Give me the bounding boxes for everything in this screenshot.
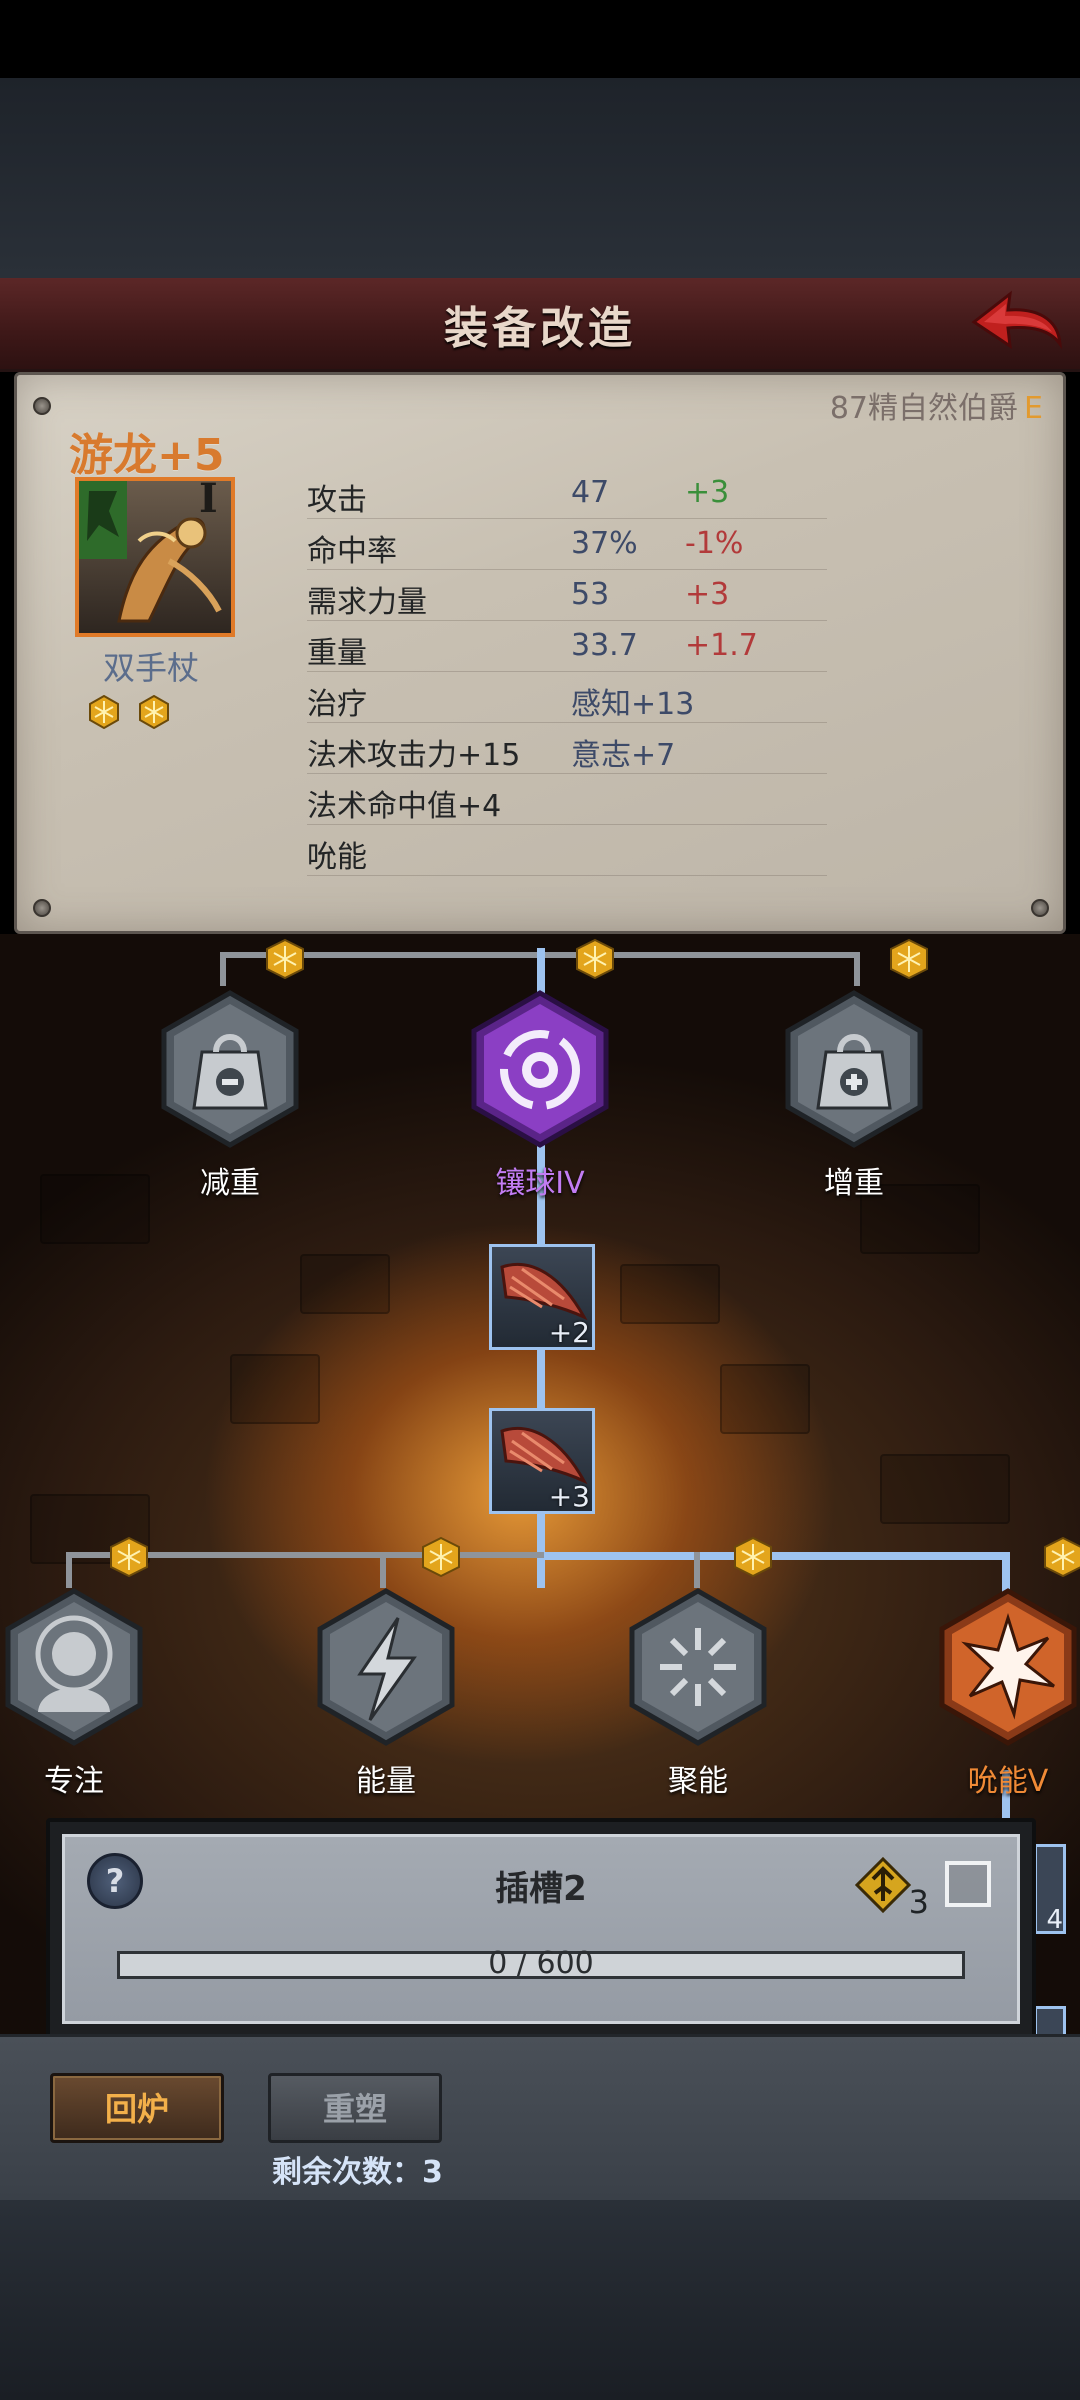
stat-value: 47 [571, 475, 610, 510]
socket-gem-icon [576, 938, 614, 980]
socket-gem-icon [734, 1536, 772, 1578]
stat-row: 法术攻击力+15 意志+7 [307, 726, 827, 774]
slot-checkbox[interactable] [945, 1861, 991, 1907]
stat-delta: +3 [685, 577, 730, 612]
material-count: +2 [548, 1316, 590, 1349]
stat-value: 53 [571, 577, 610, 612]
socket-gem-icon [266, 938, 304, 980]
slot-count: 3 [908, 1883, 929, 1921]
claw-material-icon[interactable]: +3 [489, 1408, 595, 1514]
remaining-count: 剩余次数：3 [272, 2155, 443, 2190]
tree-connector [66, 1552, 72, 1588]
item-stat-panel: 87精自然伯爵 E 游龙+5 I 双手杖 攻击 47 +3 命中率 37% -1% 需求力量 5… [14, 372, 1066, 934]
slot-progress-bar: 0 / 600 [117, 1946, 965, 1981]
drain-icon [939, 1588, 1077, 1746]
stat-row: 命中率 37% -1% [307, 522, 827, 570]
weight-plus-icon [785, 990, 923, 1148]
top-background [0, 78, 1080, 278]
recycle-button[interactable]: 回炉 [50, 2073, 224, 2143]
orb-socket-icon [471, 990, 609, 1148]
rivet [33, 397, 51, 415]
material-count: 4 [1046, 1905, 1063, 1935]
tree-connector [380, 1552, 386, 1588]
item-rank: 87精自然伯爵 E [829, 391, 1043, 426]
claw-material-icon[interactable]: +2 [489, 1244, 595, 1350]
slot-panel-inner: ? 插槽2 3 0 / 600 [62, 1834, 1020, 2024]
socket-gem-icon [110, 1536, 148, 1578]
stat-row: 治疗 感知+13 [307, 675, 827, 723]
stat-label: 命中率 [307, 534, 397, 569]
stat-row: 攻击 47 +3 [307, 471, 827, 519]
stat-row: 需求力量 53 +3 [307, 573, 827, 621]
stat-value: 意志+7 [571, 738, 676, 773]
header-bar: 装备改造 [0, 278, 1080, 372]
page-title: 装备改造 [444, 303, 636, 354]
item-name: 游龙+5 [69, 430, 225, 481]
lightning-icon [317, 1588, 455, 1746]
stat-delta: -1% [685, 526, 744, 561]
stat-label: 治疗 [307, 687, 367, 722]
rivet [1031, 899, 1049, 917]
upgrade-rune-icon [855, 1857, 911, 1913]
focus-icon [5, 1588, 143, 1746]
reforge-button[interactable]: 重塑 [268, 2073, 442, 2143]
action-bar: 回炉 重塑 剩余次数：3 [0, 2034, 1080, 2200]
weight-minus-icon [161, 990, 299, 1148]
stat-row: 吮能 [307, 828, 827, 876]
tree-connector [220, 952, 226, 986]
status-bar-area [0, 0, 1080, 78]
tree-connector-active [545, 1552, 1009, 1560]
stat-value: 33.7 [571, 628, 638, 663]
stat-value: 37% [571, 526, 638, 561]
socket-gem-icon [139, 695, 169, 729]
tree-connector [694, 1552, 700, 1588]
stat-value: 感知+13 [571, 687, 695, 722]
stat-label: 攻击 [307, 483, 367, 518]
stat-label: 重量 [307, 636, 367, 671]
socket-gem-icon [1044, 1536, 1080, 1578]
node-label: 减重 [200, 1166, 260, 1201]
item-type: 双手杖 [103, 649, 200, 687]
slot-progress-text: 0 / 600 [488, 1946, 594, 1981]
stat-delta: +3 [685, 475, 730, 510]
node-label: 吮能V [967, 1764, 1049, 1799]
tree-connector-active [1002, 1552, 1010, 1592]
stat-delta: +1.7 [685, 628, 758, 663]
stat-row: 重量 33.7 +1.7 [307, 624, 827, 672]
tree-connector [854, 952, 860, 986]
slot-panel: ? 插槽2 3 0 / 600 [46, 1818, 1036, 2040]
socket-gem-icon [422, 1536, 460, 1578]
stat-label: 需求力量 [307, 585, 427, 620]
item-tier: I [199, 475, 218, 522]
node-label: 专注 [44, 1764, 104, 1799]
rivet [33, 899, 51, 917]
claw-material-icon[interactable]: 4 [1034, 1844, 1066, 1935]
bottom-background [0, 2200, 1080, 2400]
back-arrow-icon[interactable] [966, 288, 1066, 358]
node-label: 增重 [824, 1166, 884, 1201]
node-label: 能量 [356, 1764, 416, 1799]
socket-gem-icon [890, 938, 928, 980]
stat-label: 法术命中值+4 [307, 789, 502, 824]
socket-gem-icon [89, 695, 119, 729]
node-label: 聚能 [668, 1764, 728, 1799]
node-label: 镶球IV [495, 1166, 585, 1201]
material-count: +3 [548, 1480, 590, 1513]
stat-label: 法术攻击力+15 [307, 738, 521, 773]
burst-icon [629, 1588, 767, 1746]
stat-row: 法术命中值+4 [307, 777, 827, 825]
stat-label: 吮能 [307, 840, 367, 875]
